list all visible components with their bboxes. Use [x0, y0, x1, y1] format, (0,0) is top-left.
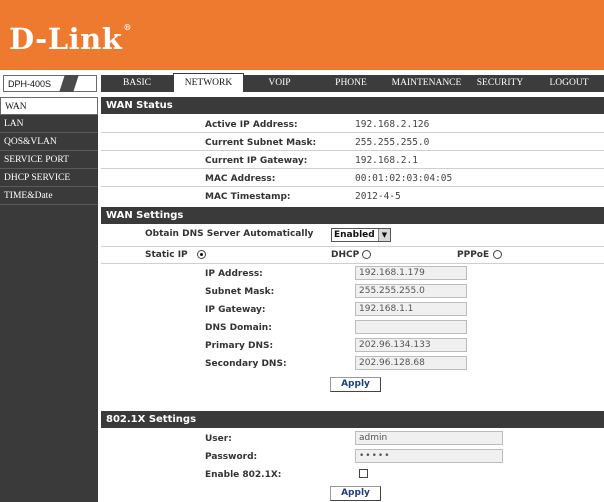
user-field[interactable]: admin	[355, 431, 503, 445]
tab-security[interactable]: SECURITY	[466, 75, 534, 92]
primary-dns-field[interactable]: 202.96.134.133	[355, 338, 467, 352]
dns-auto-label: Obtain DNS Server Automatically	[145, 229, 314, 239]
wan-status-header: WAN Status	[101, 97, 604, 114]
header-banner: D-Link®	[0, 0, 604, 70]
ip-gateway-field[interactable]: 192.168.1.1	[355, 302, 467, 316]
nav-tabs: BASIC NETWORK VOIP PHONE MAINTENANCE SEC…	[101, 73, 604, 92]
secondary-dns-label: Secondary DNS:	[205, 359, 287, 369]
nav-bar: DPH-400S BASIC NETWORK VOIP PHONE MAINTE…	[0, 70, 604, 97]
tab-maintenance[interactable]: MAINTENANCE	[387, 75, 466, 92]
dns-auto-select[interactable]: Enabled ▼	[331, 228, 391, 242]
enable-8021x-checkbox[interactable]	[359, 469, 368, 478]
tab-phone[interactable]: PHONE	[315, 75, 387, 92]
secondary-dns-field[interactable]: 202.96.128.68	[355, 356, 467, 370]
chevron-down-icon: ▼	[378, 229, 390, 241]
dns-domain-field[interactable]	[355, 320, 467, 334]
subnet-mask-field-label: Subnet Mask:	[205, 287, 275, 297]
user-label: User:	[205, 434, 232, 444]
gateway-value: 192.168.2.1	[355, 155, 418, 166]
password-field[interactable]: •••••	[355, 449, 503, 463]
subnet-mask-value: 255.255.255.0	[355, 137, 430, 148]
mac-address-value: 00:01:02:03:04:05	[355, 173, 453, 184]
sidebar-item-time-date[interactable]: TIME&Date	[0, 187, 98, 205]
dns-auto-value: Enabled	[334, 230, 375, 240]
mac-address-label: MAC Address:	[205, 174, 276, 184]
tab-voip[interactable]: VOIP	[244, 75, 315, 92]
mac-timestamp-label: MAC Timestamp:	[205, 192, 291, 202]
row-divider	[101, 150, 604, 151]
ip-gateway-label: IP Gateway:	[205, 305, 266, 315]
model-slash-decor	[59, 75, 79, 92]
enable-8021x-label: Enable 802.1X:	[205, 470, 282, 480]
tab-network[interactable]: NETWORK	[173, 73, 244, 92]
ip-address-label: IP Address:	[205, 269, 263, 279]
subnet-mask-label: Current Subnet Mask:	[205, 138, 317, 148]
row-divider	[101, 246, 604, 247]
password-label: Password:	[205, 452, 258, 462]
sidebar-item-lan[interactable]: LAN	[0, 115, 98, 133]
mac-timestamp-value: 2012-4-5	[355, 191, 401, 202]
dlink-logo: D-Link®	[9, 22, 132, 56]
dns-domain-label: DNS Domain:	[205, 323, 272, 333]
pppoe-label: PPPoE	[457, 250, 490, 260]
main-content: WAN Status Active IP Address: 192.168.2.…	[101, 97, 604, 502]
pppoe-radio[interactable]	[493, 250, 502, 259]
dhcp-label: DHCP	[331, 250, 360, 260]
dhcp-radio[interactable]	[362, 250, 371, 259]
row-divider	[101, 132, 604, 133]
gateway-label: Current IP Gateway:	[205, 156, 308, 166]
tab-logout[interactable]: LOGOUT	[534, 75, 604, 92]
tab-basic[interactable]: BASIC	[101, 75, 173, 92]
dot1x-settings-header: 802.1X Settings	[101, 411, 604, 428]
sidebar-item-dhcp-service[interactable]: DHCP SERVICE	[0, 169, 98, 187]
row-divider	[101, 263, 604, 264]
static-ip-radio[interactable]	[197, 250, 206, 259]
row-divider	[101, 186, 604, 187]
static-ip-label: Static IP	[145, 250, 188, 260]
active-ip-label: Active IP Address:	[205, 120, 298, 130]
subnet-mask-field[interactable]: 255.255.255.0	[355, 284, 467, 298]
sidebar: WAN LAN QOS&VLAN SERVICE PORT DHCP SERVI…	[0, 97, 98, 502]
wan-settings-header: WAN Settings	[101, 207, 604, 224]
row-divider	[101, 168, 604, 169]
sidebar-item-qos-vlan[interactable]: QOS&VLAN	[0, 133, 98, 151]
dot1x-apply-button[interactable]: Apply	[330, 486, 381, 501]
sidebar-item-wan[interactable]: WAN	[0, 97, 98, 115]
wan-apply-button[interactable]: Apply	[330, 377, 381, 392]
active-ip-value: 192.168.2.126	[355, 119, 430, 130]
model-label: DPH-400S	[8, 79, 52, 89]
sidebar-item-service-port[interactable]: SERVICE PORT	[0, 151, 98, 169]
ip-address-field[interactable]: 192.168.1.179	[355, 266, 467, 280]
model-tab: DPH-400S	[3, 75, 97, 92]
primary-dns-label: Primary DNS:	[205, 341, 274, 351]
